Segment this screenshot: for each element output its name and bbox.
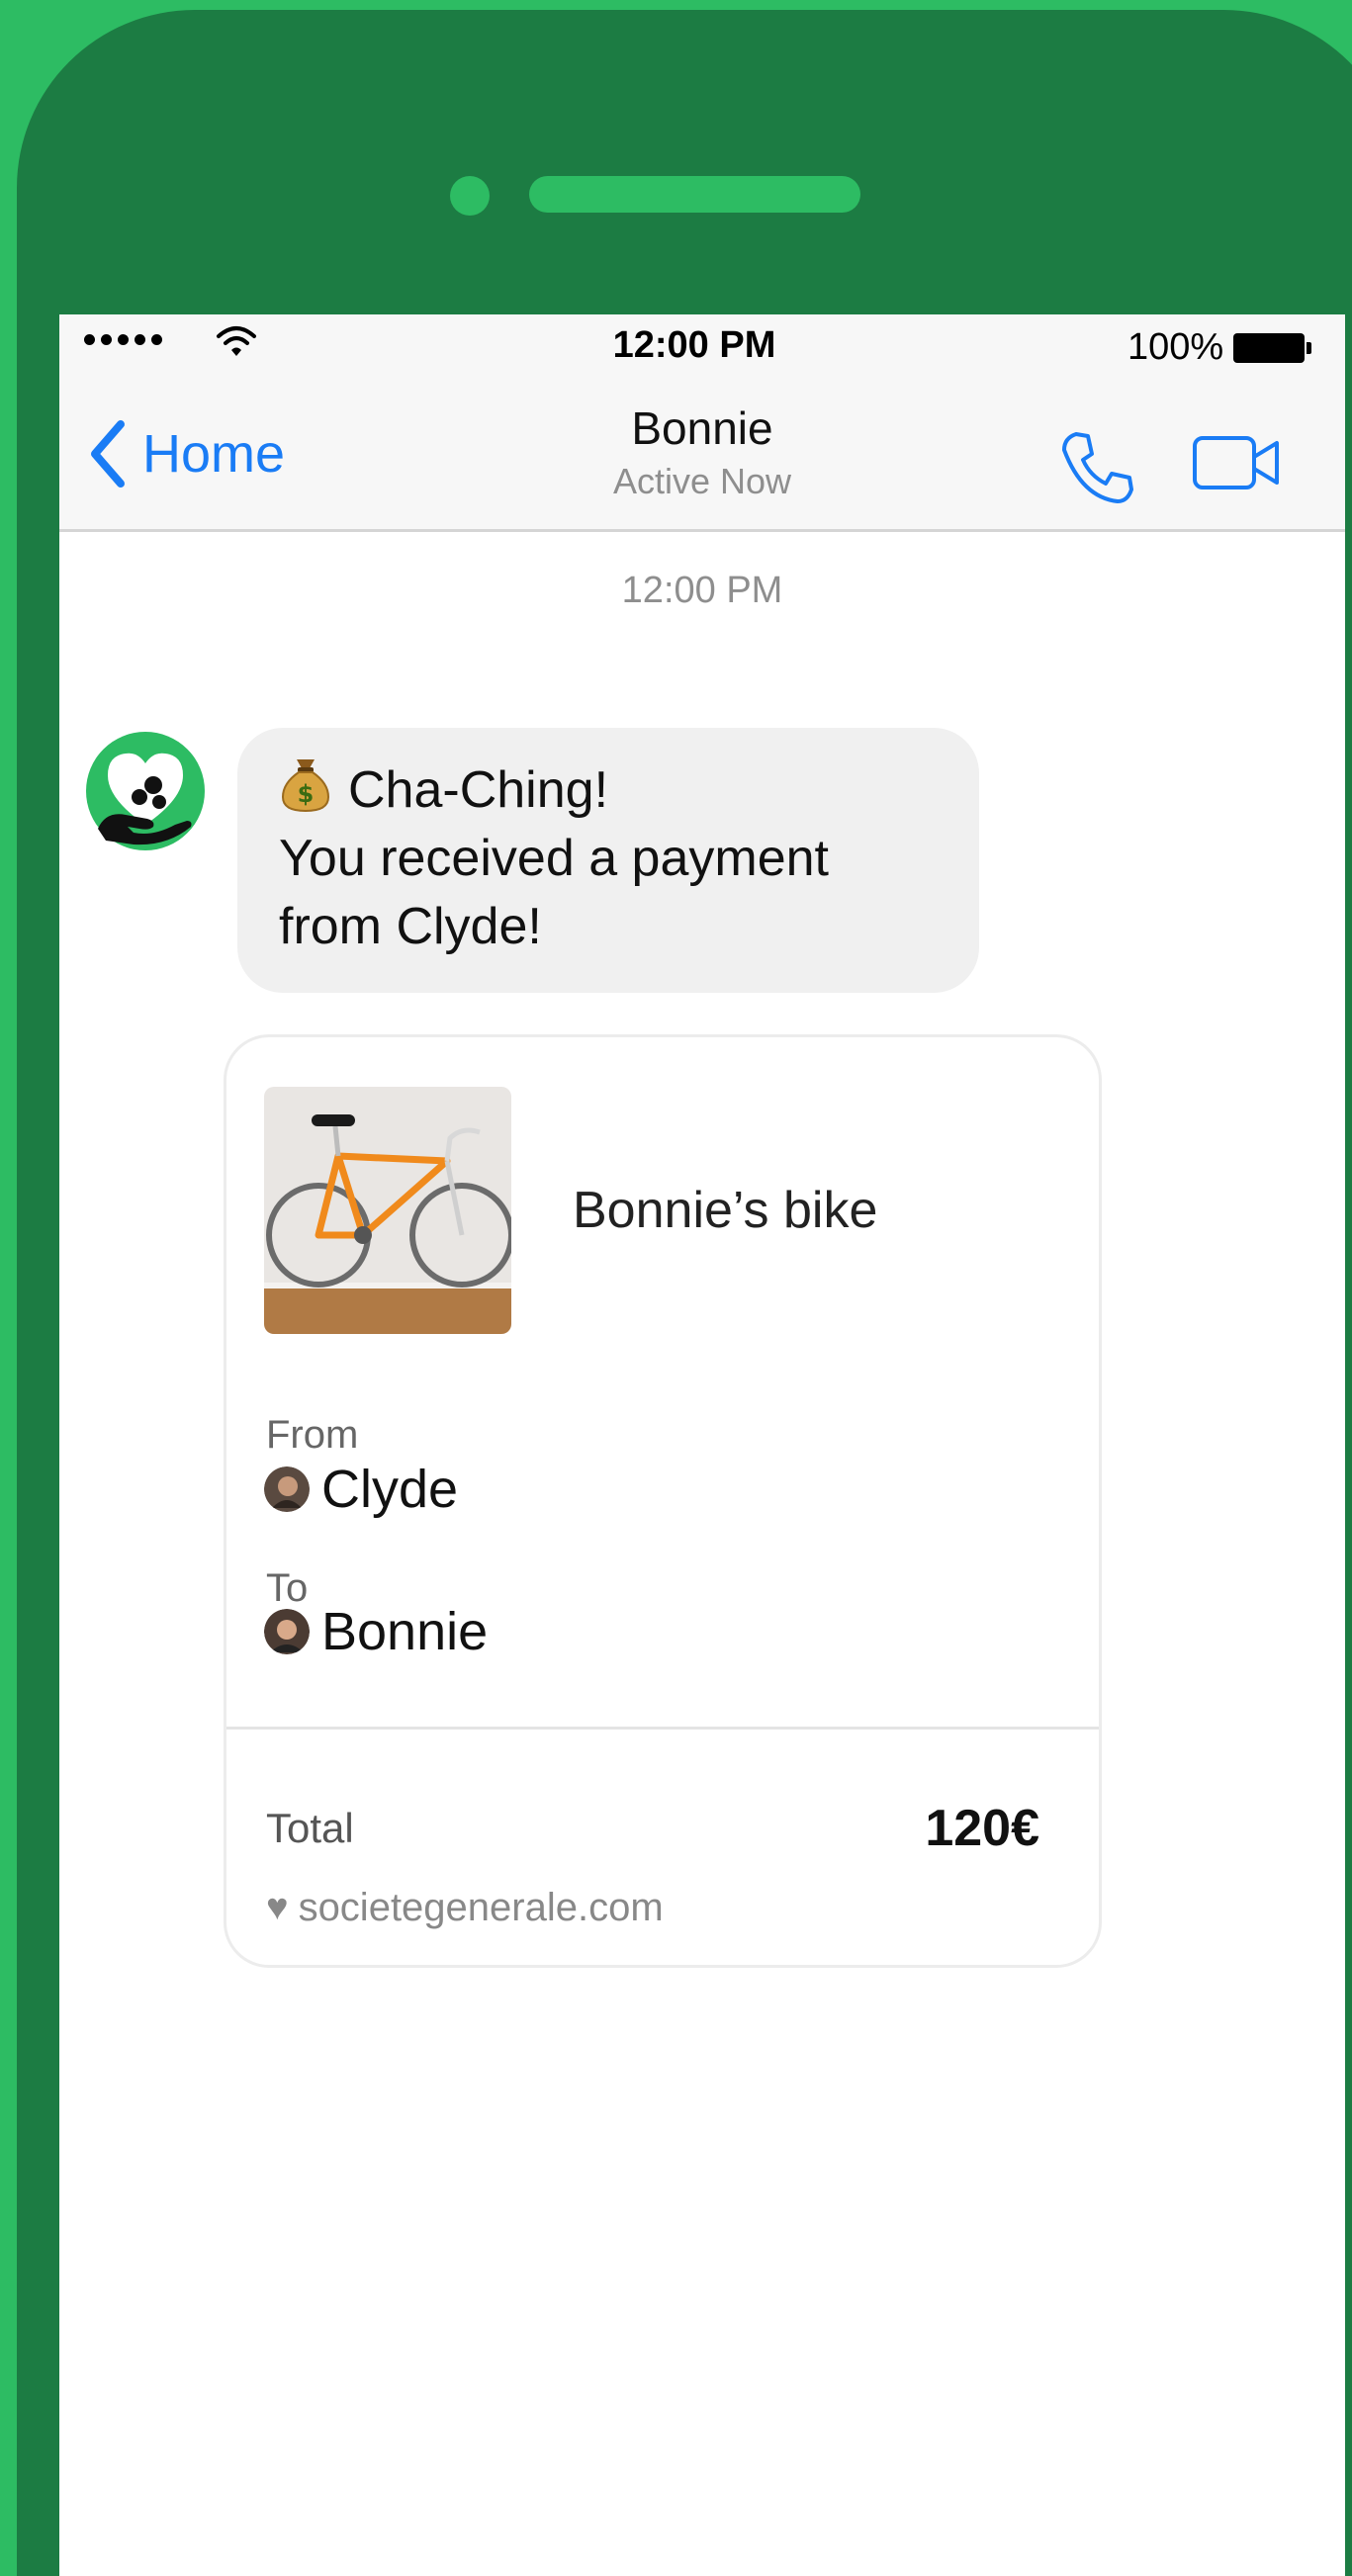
video-camera-icon[interactable] bbox=[1192, 435, 1283, 490]
message-line-1: Cha-Ching! bbox=[348, 761, 609, 819]
phone-icon[interactable] bbox=[1058, 428, 1137, 507]
battery-indicator: 100% bbox=[1127, 326, 1312, 369]
total-label: Total bbox=[266, 1805, 354, 1851]
recipient-avatar bbox=[264, 1609, 310, 1654]
product-image bbox=[264, 1087, 511, 1334]
product-title: Bonnie’s bike bbox=[573, 1182, 878, 1239]
message-line-2: You received a payment bbox=[279, 830, 830, 887]
sender-row: Clyde bbox=[264, 1459, 458, 1520]
payment-receipt-card[interactable]: Bonnie’s bike From Clyde To Bonnie Total… bbox=[224, 1034, 1102, 1968]
phone-screen: 12:00 PM 100% Home Bonnie Active Now 12:… bbox=[59, 314, 1345, 2576]
contact-status: Active Now bbox=[612, 461, 792, 501]
message-timestamp: 12:00 PM bbox=[621, 570, 783, 611]
heart-icon: ♥ bbox=[266, 1887, 289, 1928]
receipt-divider bbox=[226, 1727, 1099, 1730]
money-bag-icon: $ bbox=[281, 759, 330, 813]
heart-hand-icon[interactable] bbox=[84, 730, 207, 852]
svg-text:$: $ bbox=[298, 780, 315, 808]
contact-name[interactable]: Bonnie bbox=[59, 401, 1345, 455]
chat-header: Home Bonnie Active Now bbox=[59, 384, 1345, 532]
recipient-row: Bonnie bbox=[264, 1601, 488, 1662]
recipient-name: Bonnie bbox=[321, 1602, 489, 1661]
from-label: From bbox=[266, 1413, 359, 1457]
speaker-grille bbox=[529, 176, 860, 213]
total-amount: 120€ bbox=[925, 1800, 1039, 1857]
merchant-site: societegenerale.com bbox=[298, 1886, 664, 1929]
message-bubble[interactable]: $ Cha-Ching! You received a payment from… bbox=[237, 728, 979, 993]
battery-icon bbox=[1233, 332, 1312, 363]
sender-name: Clyde bbox=[321, 1460, 459, 1519]
sender-avatar bbox=[264, 1466, 310, 1512]
message-line-3: from Clyde! bbox=[279, 898, 542, 955]
status-bar: 12:00 PM 100% bbox=[59, 314, 1345, 384]
merchant-link[interactable]: ♥ societegenerale.com bbox=[266, 1886, 664, 1930]
camera-dot bbox=[450, 176, 490, 216]
battery-percent: 100% bbox=[1127, 326, 1224, 368]
